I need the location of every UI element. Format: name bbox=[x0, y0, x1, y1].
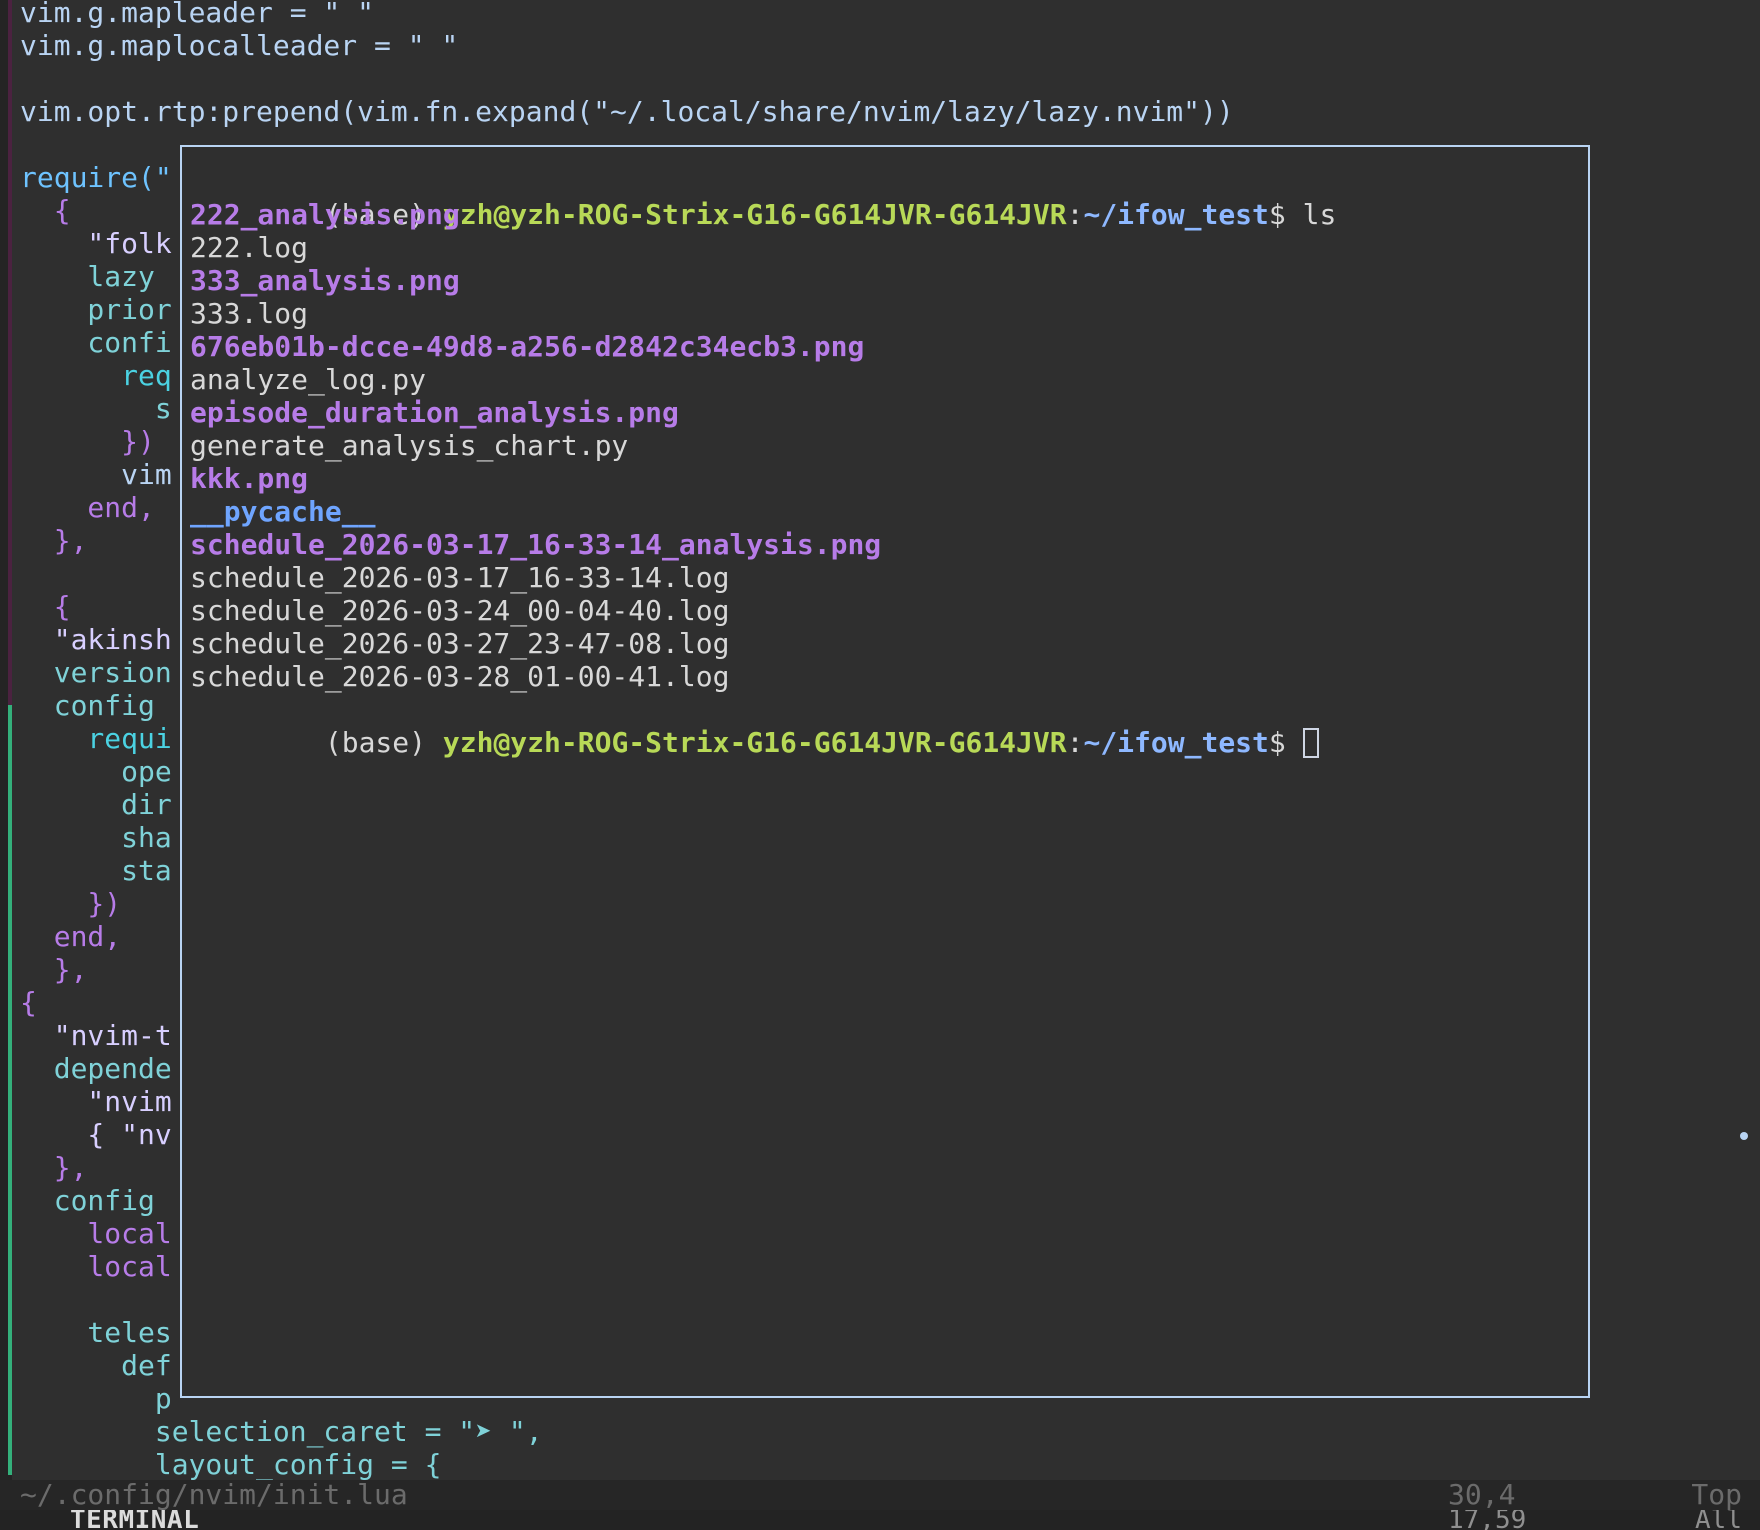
prompt-path: ~/ifow_test bbox=[1083, 198, 1269, 231]
code-line-39[interactable]: local bbox=[20, 1250, 171, 1283]
code-line-15[interactable]: vim bbox=[20, 458, 172, 491]
file-item: 222.log bbox=[190, 231, 309, 264]
code-line-16[interactable]: end, bbox=[20, 491, 154, 524]
code-line-20[interactable]: "akinsh bbox=[20, 623, 172, 656]
directory-item: __pycache__ bbox=[190, 495, 376, 528]
code-line-45[interactable]: layout_config = { bbox=[20, 1448, 442, 1480]
prompt-env: (base) bbox=[324, 726, 427, 759]
code-line-19[interactable]: { bbox=[20, 590, 71, 623]
code-line-34[interactable]: "nvim bbox=[20, 1085, 171, 1118]
code-line-25[interactable]: dir bbox=[20, 788, 172, 821]
file-item: schedule_2026-03-24_00-04-40.log bbox=[190, 594, 730, 627]
code-line-9[interactable]: lazy bbox=[20, 260, 154, 293]
code-line-6[interactable]: require(" bbox=[20, 161, 172, 194]
file-item: kkk.png bbox=[190, 462, 309, 495]
prompt-user-host: yzh@yzh-ROG-Strix-G16-G614JVR-G614JVR bbox=[442, 198, 1067, 231]
code-line-27[interactable]: sta bbox=[20, 854, 172, 887]
code-line-22[interactable]: config bbox=[20, 689, 155, 722]
gutter-change-mark bbox=[8, 0, 12, 705]
file-item: analyze_log.py bbox=[190, 363, 427, 396]
code-line-7[interactable]: { bbox=[20, 194, 71, 227]
file-item: 222_analysis.png bbox=[190, 198, 460, 231]
code-line-14[interactable]: }) bbox=[20, 425, 155, 458]
file-item: 676eb01b-dcce-49d8-a256-d2842c34ecb3.png bbox=[190, 330, 865, 363]
scroll-indicator-dot bbox=[1740, 1132, 1748, 1140]
entered-command: ls bbox=[1302, 198, 1337, 231]
code-line-33[interactable]: depende bbox=[20, 1052, 172, 1085]
code-line-41[interactable]: teles bbox=[20, 1316, 171, 1349]
code-line-4[interactable]: vim.opt.rtp:prepend(vim.fn.expand("~/.lo… bbox=[20, 95, 1234, 128]
code-line-38[interactable]: local bbox=[20, 1217, 171, 1250]
file-item: 333.log bbox=[190, 297, 309, 330]
code-line-35[interactable]: { "nv bbox=[20, 1118, 171, 1151]
terminal-content[interactable]: (base) yzh@yzh-ROG-Strix-G16-G614JVR-G61… bbox=[190, 165, 1580, 1388]
code-line-11[interactable]: confi bbox=[20, 326, 171, 359]
terminal-prompt-line: (base) yzh@yzh-ROG-Strix-G16-G614JVR-G61… bbox=[190, 165, 1336, 231]
file-item: 333_analysis.png bbox=[190, 264, 460, 297]
prompt-separator: : bbox=[1066, 726, 1084, 759]
status-line: ~/.config/nvim/init.lua 30,4 Top bbox=[0, 1480, 1760, 1510]
file-item: schedule_2026-03-17_16-33-14_analysis.pn… bbox=[190, 528, 882, 561]
terminal-tab-position: 17,59 bbox=[1448, 1510, 1527, 1530]
code-line-13[interactable]: s bbox=[20, 392, 172, 425]
code-line-28[interactable]: }) bbox=[20, 887, 121, 920]
code-line-24[interactable]: ope bbox=[20, 755, 172, 788]
file-item: schedule_2026-03-27_23-47-08.log bbox=[190, 627, 730, 660]
code-line-1[interactable]: vim.g.mapleader = " " bbox=[20, 0, 374, 29]
prompt-user-host: yzh@yzh-ROG-Strix-G16-G614JVR-G614JVR bbox=[442, 726, 1067, 759]
prompt-path: ~/ifow_test bbox=[1083, 726, 1269, 759]
code-line-30[interactable]: }, bbox=[20, 953, 88, 986]
status-scroll-position: Top bbox=[1691, 1478, 1742, 1511]
prompt-suffix: $ bbox=[1268, 726, 1286, 759]
code-line-21[interactable]: version bbox=[20, 656, 172, 689]
floating-terminal[interactable]: (base) yzh@yzh-ROG-Strix-G16-G614JVR-G61… bbox=[180, 145, 1590, 1398]
file-item: generate_analysis_chart.py bbox=[190, 429, 629, 462]
code-line-23[interactable]: requi bbox=[20, 722, 171, 755]
terminal-active-prompt-line[interactable]: (base) yzh@yzh-ROG-Strix-G16-G614JVR-G61… bbox=[190, 693, 1319, 759]
terminal-tab-scroll: All bbox=[1695, 1510, 1742, 1530]
status-cursor-position: 30,4 bbox=[1448, 1478, 1516, 1511]
status-file-path: ~/.config/nvim/init.lua bbox=[20, 1478, 408, 1511]
file-item: schedule_2026-03-17_16-33-14.log bbox=[190, 561, 730, 594]
file-item: episode_duration_analysis.png bbox=[190, 396, 679, 429]
prompt-separator: : bbox=[1066, 198, 1084, 231]
code-line-17[interactable]: }, bbox=[20, 524, 88, 557]
code-line-12[interactable]: req bbox=[20, 359, 172, 392]
code-line-37[interactable]: config bbox=[20, 1184, 155, 1217]
code-line-8[interactable]: "folk bbox=[20, 227, 171, 260]
terminal-tab-bar: TERMINAL 17,59 All bbox=[0, 1510, 1760, 1530]
gutter-added-mark bbox=[8, 705, 12, 1475]
editor-pane[interactable]: vim.g.mapleader = " " vim.g.maplocallead… bbox=[0, 0, 1760, 1480]
prompt-suffix: $ bbox=[1268, 198, 1286, 231]
file-item: schedule_2026-03-28_01-00-41.log bbox=[190, 660, 730, 693]
terminal-cursor[interactable] bbox=[1302, 728, 1319, 758]
code-line-42[interactable]: def bbox=[20, 1349, 172, 1382]
code-line-32[interactable]: "nvim-t bbox=[20, 1019, 172, 1052]
terminal-tab-label[interactable]: TERMINAL bbox=[70, 1510, 199, 1530]
code-line-36[interactable]: }, bbox=[20, 1151, 88, 1184]
code-line-2[interactable]: vim.g.maplocalleader = " " bbox=[20, 29, 458, 62]
code-line-31[interactable]: { bbox=[20, 986, 37, 1019]
code-line-44[interactable]: selection_caret = "➤ ", bbox=[20, 1415, 543, 1448]
code-line-29[interactable]: end, bbox=[20, 920, 121, 953]
code-line-43[interactable]: p bbox=[20, 1382, 172, 1415]
code-line-10[interactable]: prior bbox=[20, 293, 171, 326]
code-line-26[interactable]: sha bbox=[20, 821, 172, 854]
